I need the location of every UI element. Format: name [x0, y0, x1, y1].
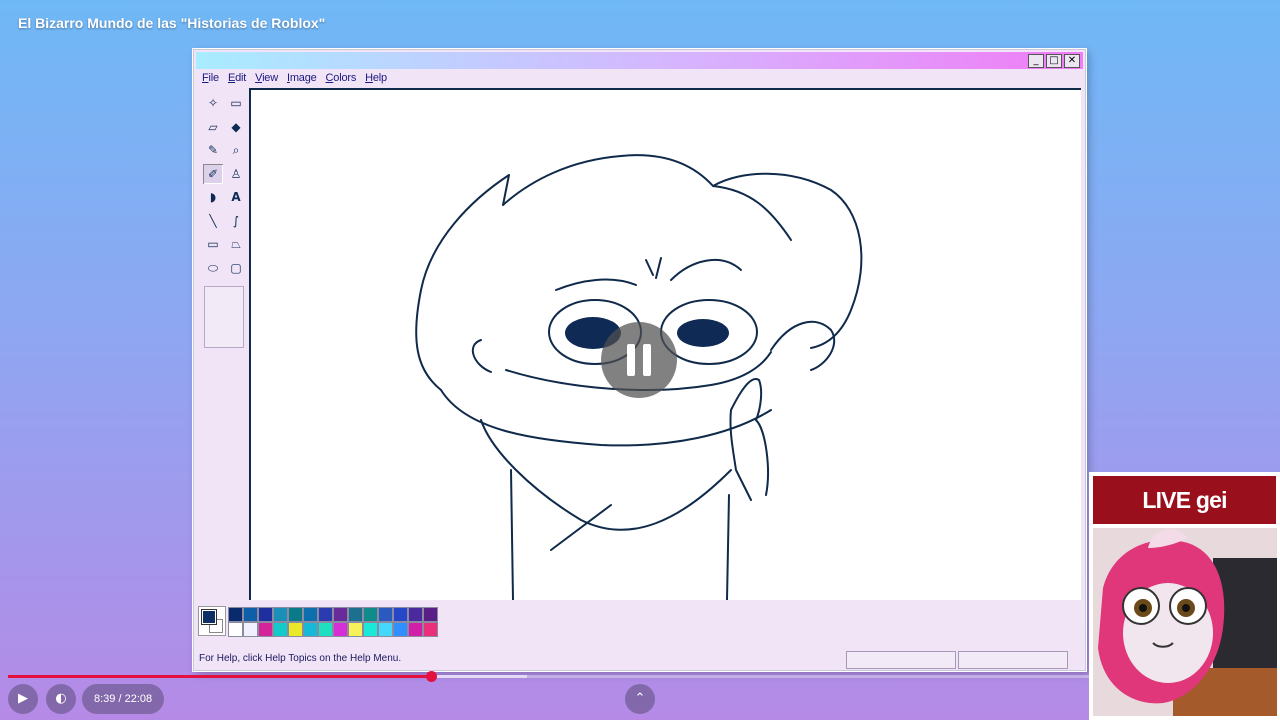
airbrush-icon[interactable]: ◗: [203, 187, 223, 207]
toolbox: ✧ ▭ ▱ ◆ ✎ ⌕ ✐ ♙ ◗ A ╲ ∫ ▭ ⏢ ⬭ ▢: [200, 91, 248, 598]
eraser-icon[interactable]: ▱: [203, 117, 223, 137]
fill-icon[interactable]: ◆: [226, 117, 246, 137]
close-button[interactable]: ✕: [1064, 54, 1080, 68]
progress-scrubber[interactable]: [426, 671, 437, 682]
menu-file[interactable]: File: [202, 72, 219, 84]
chevron-up-icon[interactable]: ⌃: [625, 684, 655, 714]
palette-swatch[interactable]: [288, 607, 303, 622]
play-button[interactable]: ▶: [8, 684, 38, 714]
free-select-icon[interactable]: ✧: [203, 93, 223, 113]
palette-swatch[interactable]: [273, 622, 288, 637]
body-outline: [510, 469, 730, 600]
palette-swatches: [228, 607, 438, 637]
status-coordinates-cell: [846, 651, 956, 669]
palette-swatch[interactable]: [333, 607, 348, 622]
arm: [480, 419, 732, 531]
palette-swatch[interactable]: [423, 607, 438, 622]
webcam-video: [1093, 528, 1277, 716]
current-time: 8:39: [94, 693, 116, 705]
polygon-icon[interactable]: ⏢: [226, 234, 246, 254]
eyebrow-right: [670, 258, 742, 281]
palette-swatch[interactable]: [333, 622, 348, 637]
palette-swatch[interactable]: [378, 622, 393, 637]
pause-overlay-button[interactable]: [601, 322, 677, 398]
hands: [729, 378, 769, 501]
ellipse-icon[interactable]: ⬭: [203, 258, 223, 278]
palette-swatch[interactable]: [363, 607, 378, 622]
palette-swatch[interactable]: [363, 622, 378, 637]
pupil-right: [677, 319, 729, 347]
time-display: 8:39 / 22:08: [82, 684, 165, 714]
palette-swatch[interactable]: [423, 622, 438, 637]
palette-swatch[interactable]: [393, 622, 408, 637]
progress-played: [8, 675, 431, 678]
reactor-avatar: [1093, 528, 1277, 716]
palette-swatch[interactable]: [303, 622, 318, 637]
menu-help[interactable]: Help: [365, 72, 387, 84]
video-title: El Bizarro Mundo de las "Historias de Ro…: [18, 15, 326, 31]
palette-swatch[interactable]: [408, 607, 423, 622]
palette-swatch[interactable]: [228, 607, 243, 622]
webcam-overlay: LIVE gei REACTION: [1089, 472, 1280, 720]
webcam-banner: LIVE gei REACTION: [1093, 476, 1276, 561]
eyebrow-left: [555, 278, 637, 291]
palette-swatch[interactable]: [288, 622, 303, 637]
palette-swatch[interactable]: [393, 607, 408, 622]
maximize-button[interactable]: □: [1046, 54, 1062, 68]
rect-select-icon[interactable]: ▭: [226, 93, 246, 113]
palette-swatch[interactable]: [408, 622, 423, 637]
statusbar: For Help, click Help Topics on the Help …: [196, 650, 1083, 669]
palette-swatch[interactable]: [228, 622, 243, 637]
palette-swatch[interactable]: [258, 622, 273, 637]
line-icon[interactable]: ╲: [203, 211, 223, 231]
face-outline: [440, 389, 772, 447]
pencil-icon[interactable]: ✐: [203, 164, 223, 184]
menu-image[interactable]: Image: [287, 72, 317, 84]
palette-swatch[interactable]: [243, 622, 258, 637]
text-icon[interactable]: A: [226, 187, 246, 207]
palette-swatch[interactable]: [348, 622, 363, 637]
menu-view[interactable]: View: [255, 72, 278, 84]
color-picker-icon[interactable]: ✎: [203, 140, 223, 160]
magnifier-icon[interactable]: ⌕: [226, 140, 246, 160]
palette-swatch[interactable]: [348, 607, 363, 622]
status-size-cell: [958, 651, 1068, 669]
menu-colors[interactable]: Colors: [326, 72, 357, 84]
curve-icon[interactable]: ∫: [226, 211, 246, 231]
cheek-left: [471, 339, 492, 373]
paint-menubar: File Edit View Image Colors Help: [202, 72, 396, 84]
tool-options-box[interactable]: [204, 286, 244, 348]
minimize-button[interactable]: _: [1028, 54, 1044, 68]
brush-icon[interactable]: ♙: [226, 164, 246, 184]
rectangle-icon[interactable]: ▭: [203, 234, 223, 254]
pause-icon: [627, 344, 635, 376]
palette-swatch[interactable]: [273, 607, 288, 622]
palette-swatch[interactable]: [243, 607, 258, 622]
paint-titlebar[interactable]: _ □ ✕: [196, 52, 1083, 69]
volume-button[interactable]: ◐: [46, 684, 76, 714]
palette-swatch[interactable]: [378, 607, 393, 622]
rounded-rect-icon[interactable]: ▢: [226, 258, 246, 278]
status-text: For Help, click Help Topics on the Help …: [199, 653, 402, 664]
menu-edit[interactable]: Edit: [228, 72, 246, 84]
palette-swatch[interactable]: [318, 622, 333, 637]
ear: [770, 320, 836, 371]
brow-crease: [645, 257, 662, 279]
duration: 22:08: [124, 693, 153, 705]
foreground-color-swatch: [201, 609, 217, 625]
palette-swatch[interactable]: [303, 607, 318, 622]
current-colors[interactable]: [198, 606, 226, 636]
palette-swatch[interactable]: [318, 607, 333, 622]
palette-swatch[interactable]: [258, 607, 273, 622]
